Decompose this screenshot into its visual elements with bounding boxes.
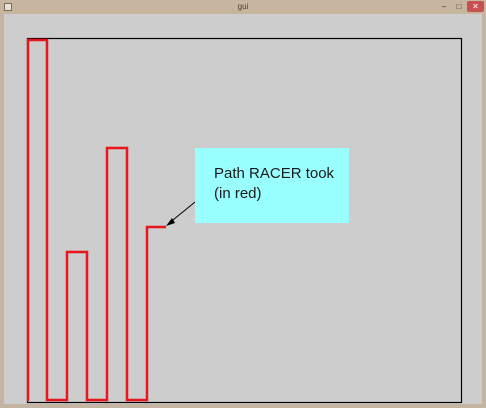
annotation-line-1: Path RACER took bbox=[214, 165, 335, 182]
annotation-line-2: (in red) bbox=[214, 185, 262, 202]
app-window: gui – □ ✕ Path RACER took (in red) bbox=[0, 0, 486, 408]
annotation-callout: Path RACER took (in red) bbox=[195, 148, 349, 223]
racer-path bbox=[26, 38, 166, 402]
